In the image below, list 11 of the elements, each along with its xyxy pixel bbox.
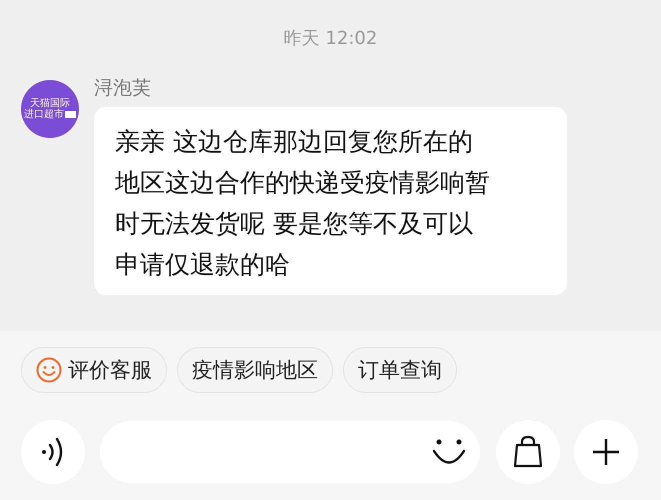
plus-icon — [592, 438, 620, 466]
quick-reply-chip[interactable]: 订单查询 — [343, 347, 457, 393]
shop-avatar: 天猫国际 进口超市 — [21, 80, 79, 138]
smiley-icon — [36, 357, 62, 383]
emoji-icon[interactable] — [432, 438, 466, 466]
quick-reply-chip[interactable]: 疫情影响地区 — [177, 347, 333, 393]
message-text: 亲亲 这边仓库那边回复您所在的地区这边合作的快递受疫情影响暂时无法发货呢 要是您等不及可以申请仅退款的哈 — [115, 126, 491, 281]
sender-name: 浔泡芙 — [94, 76, 152, 101]
shopping-bag-icon — [512, 435, 544, 469]
timestamp: 昨天 12:02 — [282, 27, 378, 51]
quick-reply-chip[interactable]: 评价客服 — [21, 347, 167, 393]
